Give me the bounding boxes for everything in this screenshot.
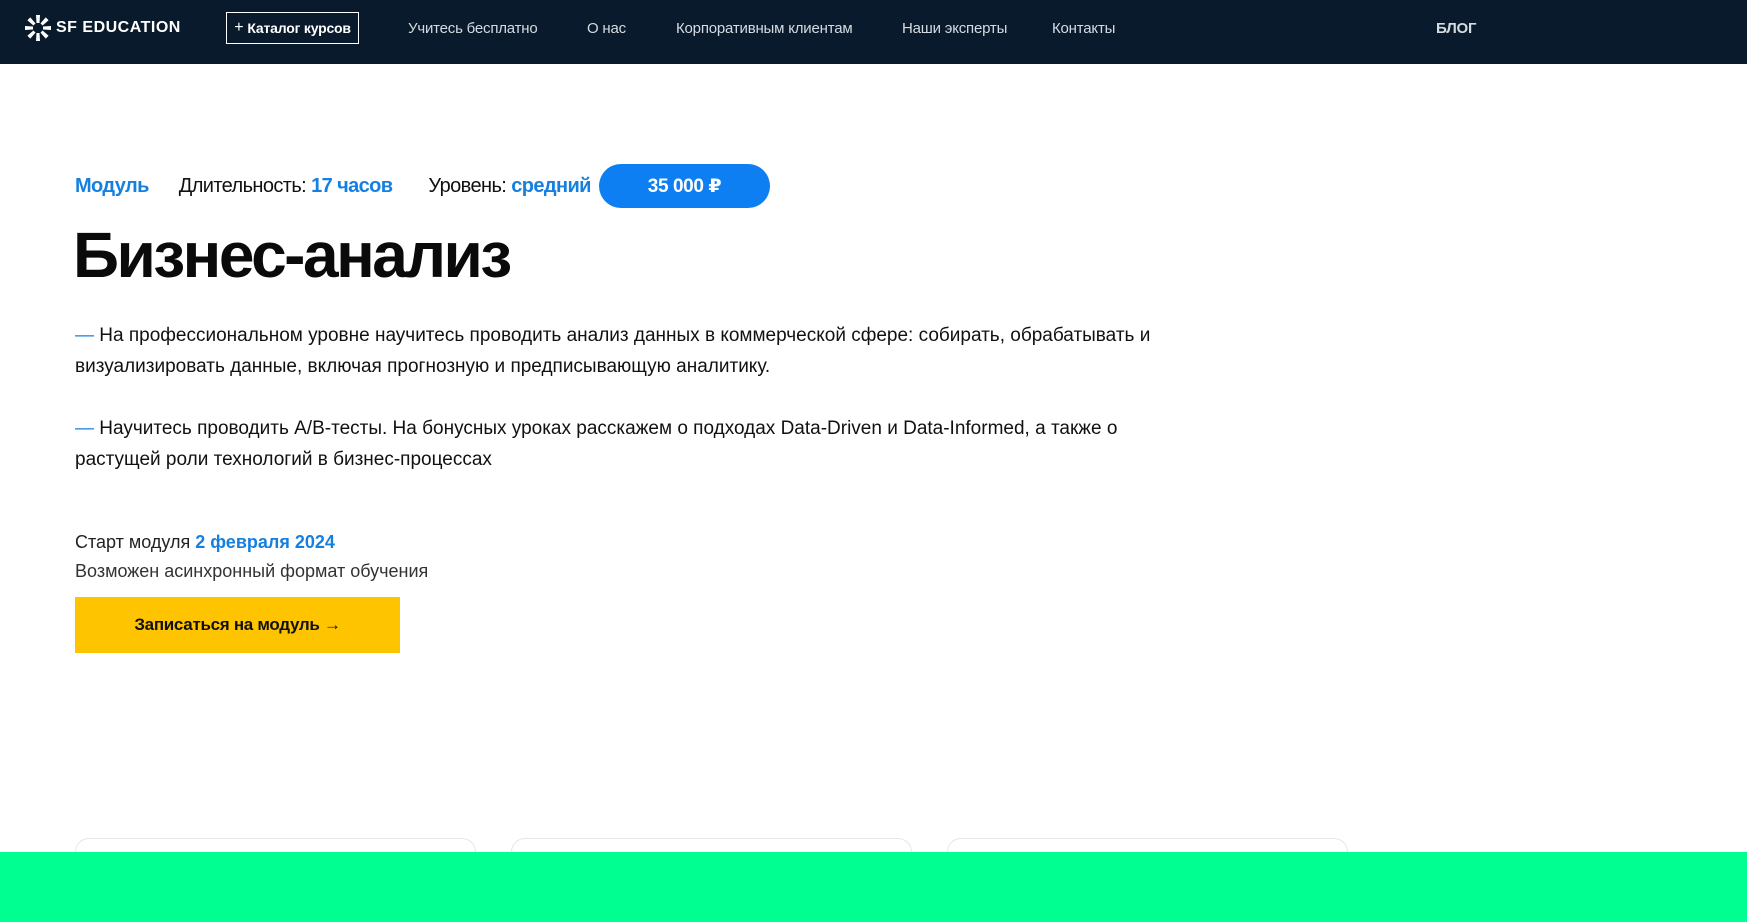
nav-link-contacts[interactable]: Контакты	[1052, 20, 1115, 37]
nav-link-blog[interactable]: БЛОГ	[1436, 20, 1477, 37]
enroll-button[interactable]: Записаться на модуль →	[75, 597, 400, 653]
price-badge: 35 000 ₽	[599, 164, 770, 208]
logo-text: SF EDUCATION	[56, 19, 181, 36]
duration-value: 17 часов	[311, 175, 393, 197]
top-navigation-bar: SF EDUCATION + Каталог курсов Учитесь бе…	[0, 0, 1747, 64]
start-date: 2 февраля 2024	[195, 532, 335, 552]
course-type: Модуль	[75, 175, 149, 197]
green-section-band	[0, 852, 1747, 922]
duration-label: Длительность:	[178, 175, 307, 197]
nav-link-about[interactable]: О нас	[587, 20, 626, 37]
catalog-button-label: Каталог курсов	[247, 20, 351, 36]
async-format-note: Возможен асинхронный формат обучения	[75, 561, 429, 581]
level-label: Уровень:	[428, 175, 507, 197]
start-label: Старт модуля	[75, 532, 191, 552]
dash-marker: —	[75, 418, 94, 439]
level-value: средний	[511, 175, 591, 197]
course-meta-row: Модуль Длительность: 17 часов Уровень: с…	[75, 175, 591, 198]
nav-link-corporate[interactable]: Корпоративным клиентам	[676, 20, 853, 37]
logo-icon	[25, 15, 51, 41]
nav-link-learn-free[interactable]: Учитесь бесплатно	[408, 20, 538, 37]
plus-icon: +	[234, 19, 244, 36]
nav-link-experts[interactable]: Наши эксперты	[902, 20, 1007, 37]
catalog-button[interactable]: + Каталог курсов	[226, 12, 359, 44]
description-paragraph-1: — На профессиональном уровне научитесь п…	[75, 320, 1195, 382]
description-text-1: На профессиональном уровне научитесь про…	[75, 325, 1151, 377]
dash-marker: —	[75, 325, 94, 346]
page-title: Бизнес-анализ	[73, 219, 512, 291]
logo[interactable]: SF EDUCATION	[24, 14, 181, 42]
description-paragraph-2: — Научитесь проводить A/B-тесты. На бону…	[75, 413, 1195, 475]
start-info: Старт модуля 2 февраля 2024	[75, 532, 335, 553]
description-text-2: Научитесь проводить A/B-тесты. На бонусн…	[75, 418, 1118, 470]
